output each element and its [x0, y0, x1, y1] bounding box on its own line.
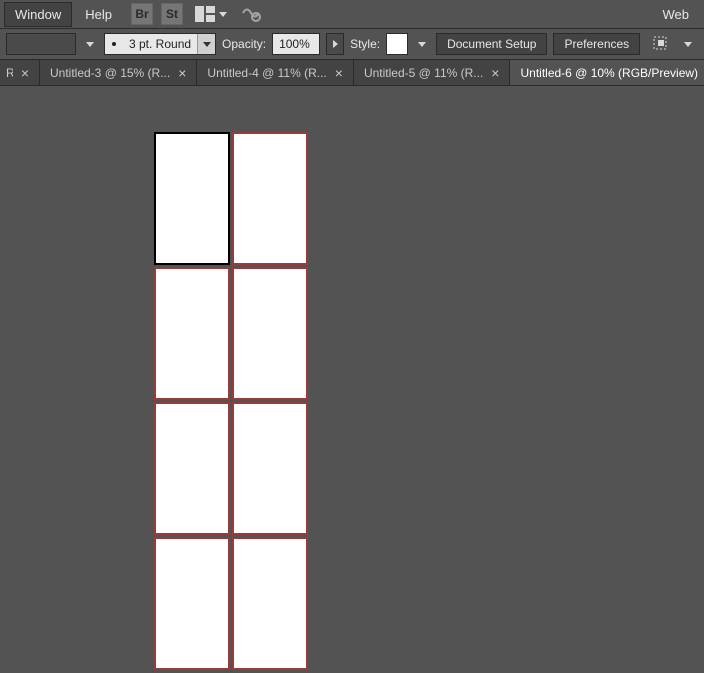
stroke-profile-select[interactable]: 3 pt. Round [104, 33, 216, 55]
chevron-down-icon [203, 42, 211, 47]
close-icon[interactable]: × [335, 66, 343, 80]
tab-label: Untitled-6 @ 10% (RGB/Preview) [520, 66, 698, 80]
opacity-field[interactable]: 100% [272, 33, 320, 55]
chevron-down-icon [219, 12, 227, 17]
chevron-right-icon [333, 40, 338, 48]
artboard[interactable] [234, 134, 306, 263]
artboard[interactable] [234, 404, 306, 533]
fill-dropdown-icon[interactable] [86, 42, 94, 47]
fill-swatch[interactable] [6, 33, 76, 55]
canvas-area[interactable] [0, 86, 704, 673]
style-label: Style: [350, 37, 380, 51]
align-dropdown-icon[interactable] [684, 42, 692, 47]
document-tab[interactable]: Untitled-5 @ 11% (R... × [354, 60, 511, 85]
artboard[interactable] [156, 134, 228, 263]
document-tab[interactable]: Untitled-4 @ 11% (R... × [197, 60, 354, 85]
document-tab[interactable]: Untitled-3 @ 15% (R... × [40, 60, 197, 85]
document-tab[interactable]: Untitled-6 @ 10% (RGB/Preview) × [510, 60, 704, 85]
options-bar: 3 pt. Round Opacity: 100% Style: Documen… [0, 28, 704, 60]
tab-label: Untitled-5 @ 11% (R... [364, 66, 483, 80]
style-swatch[interactable] [386, 33, 408, 55]
close-icon[interactable]: × [178, 66, 186, 80]
tab-label: R... [6, 66, 13, 80]
tab-label: Untitled-3 @ 15% (R... [50, 66, 170, 80]
stroke-cap-icon [105, 42, 123, 46]
arrange-documents-icon [195, 6, 215, 22]
bridge-icon[interactable]: Br [131, 3, 153, 25]
artboard[interactable] [234, 539, 306, 668]
menu-help[interactable]: Help [74, 2, 123, 27]
preferences-button[interactable]: Preferences [553, 33, 640, 55]
stock-icon[interactable]: St [161, 3, 183, 25]
stroke-profile-dropdown[interactable] [197, 34, 215, 54]
menu-window[interactable]: Window [4, 2, 72, 27]
close-icon[interactable]: × [491, 66, 499, 80]
menu-bar: Window Help Br St Web [0, 0, 704, 28]
artboard[interactable] [156, 269, 228, 398]
opacity-label: Opacity: [222, 37, 266, 51]
opacity-stepper[interactable] [326, 33, 344, 55]
gpu-preview-icon[interactable] [241, 4, 261, 25]
style-dropdown-icon[interactable] [418, 42, 426, 47]
menu-web[interactable]: Web [652, 2, 701, 27]
document-setup-button[interactable]: Document Setup [436, 33, 547, 55]
artboard[interactable] [156, 404, 228, 533]
document-tab[interactable]: R... × [0, 60, 40, 85]
artboard[interactable] [234, 269, 306, 398]
artboard[interactable] [156, 539, 228, 668]
align-to-button[interactable] [652, 34, 674, 55]
tab-label: Untitled-4 @ 11% (R... [207, 66, 326, 80]
artboard-grid [156, 134, 306, 668]
close-icon[interactable]: × [21, 66, 29, 80]
arrange-documents-button[interactable] [195, 6, 227, 22]
stroke-profile-label: 3 pt. Round [123, 37, 197, 51]
document-tab-bar: R... × Untitled-3 @ 15% (R... × Untitled… [0, 60, 704, 86]
